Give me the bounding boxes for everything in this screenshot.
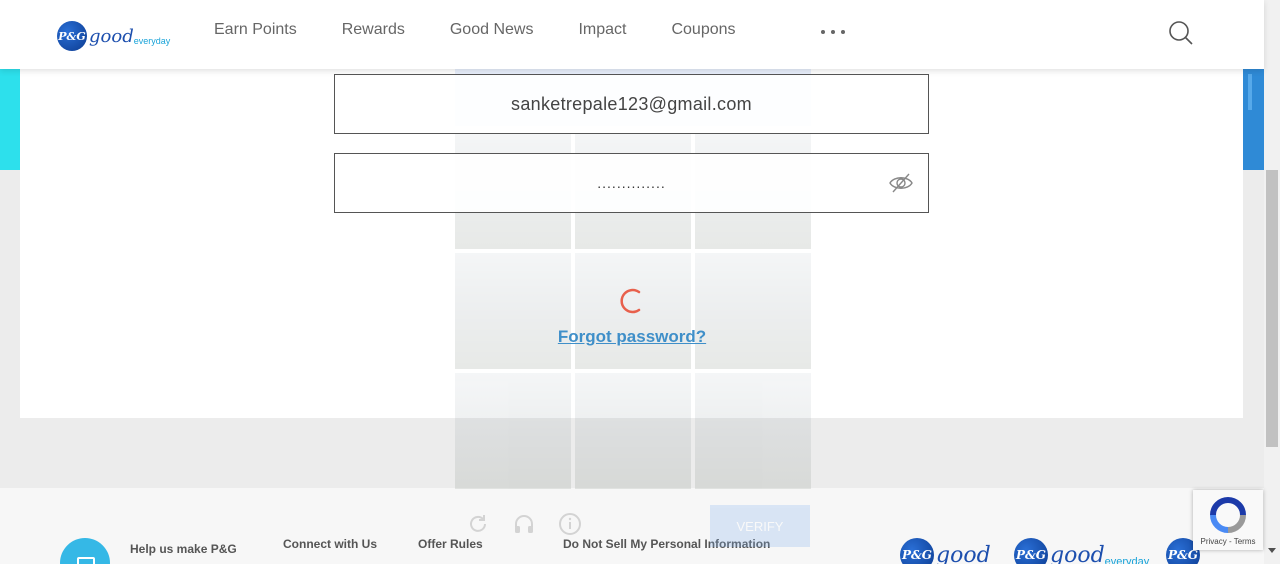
logo-good-text: good: [936, 542, 991, 564]
email-field[interactable]: sanketrepale123@gmail.com: [334, 74, 929, 134]
footer-logo-pg-good[interactable]: P&G good: [900, 538, 991, 564]
loading-spinner-icon: [620, 288, 641, 314]
info-icon[interactable]: [558, 512, 582, 536]
pg-good-everyday-logo[interactable]: P&G good everyday: [57, 20, 170, 52]
pg-logo-badge: P&G: [900, 538, 934, 564]
recaptcha-badge[interactable]: Privacy - Terms: [1193, 490, 1263, 550]
email-value: sanketrepale123@gmail.com: [511, 93, 752, 114]
captcha-tile[interactable]: [695, 373, 811, 489]
password-value: ..............: [597, 175, 666, 191]
logo-good-text: good: [89, 25, 134, 47]
captcha-verify-button[interactable]: VERIFY: [710, 505, 810, 547]
captcha-tile[interactable]: [455, 253, 571, 369]
pg-logo-badge: P&G: [57, 21, 87, 51]
main-nav: Earn Points Rewards Good News Impact Cou…: [214, 21, 781, 39]
eye-slash-icon[interactable]: [888, 172, 914, 194]
feedback-icon[interactable]: [60, 538, 110, 564]
password-field[interactable]: ..............: [334, 153, 929, 213]
site-header: P&G good everyday Earn Points Rewards Go…: [0, 0, 1264, 69]
captcha-tile[interactable]: [695, 253, 811, 369]
captcha-tile[interactable]: [575, 373, 691, 489]
footer-help-us-link[interactable]: Help us make P&G: [130, 542, 237, 556]
headphones-icon[interactable]: [512, 512, 536, 536]
page-scrollbar[interactable]: [1264, 0, 1280, 564]
recaptcha-logo-icon: [1210, 497, 1246, 533]
logo-everyday-text: everyday: [1104, 556, 1150, 564]
pg-logo-badge: P&G: [1014, 538, 1048, 564]
more-horizontal-icon[interactable]: [821, 24, 845, 40]
scroll-down-arrow-icon[interactable]: [1268, 548, 1276, 553]
nav-impact[interactable]: Impact: [578, 21, 626, 39]
nav-rewards[interactable]: Rewards: [342, 21, 405, 39]
refresh-icon[interactable]: [466, 512, 490, 536]
captcha-controls: [466, 512, 604, 536]
nav-coupons[interactable]: Coupons: [671, 21, 735, 39]
nav-earn-points[interactable]: Earn Points: [214, 21, 297, 39]
footer-connect-link[interactable]: Connect with Us: [283, 537, 377, 551]
hero-accent-right: [1243, 69, 1264, 170]
scrollbar-thumb[interactable]: [1266, 170, 1278, 447]
footer-offer-rules-link[interactable]: Offer Rules: [418, 537, 483, 551]
forgot-password-link[interactable]: Forgot password?: [558, 327, 706, 346]
site-footer: Help us make P&G Connect with Us Offer R…: [0, 488, 1264, 564]
search-icon[interactable]: [1168, 20, 1194, 46]
logo-everyday-text: everyday: [133, 36, 171, 46]
recaptcha-privacy-terms[interactable]: Privacy - Terms: [1193, 537, 1263, 546]
nav-good-news[interactable]: Good News: [450, 21, 534, 39]
forgot-password-container: Forgot password?: [0, 327, 1264, 347]
logo-good-text: good: [1050, 542, 1105, 564]
footer-logo-pg-good-everyday[interactable]: P&G good everyday: [1014, 538, 1149, 564]
hero-accent-left: [0, 69, 20, 170]
captcha-tile[interactable]: [455, 373, 571, 489]
